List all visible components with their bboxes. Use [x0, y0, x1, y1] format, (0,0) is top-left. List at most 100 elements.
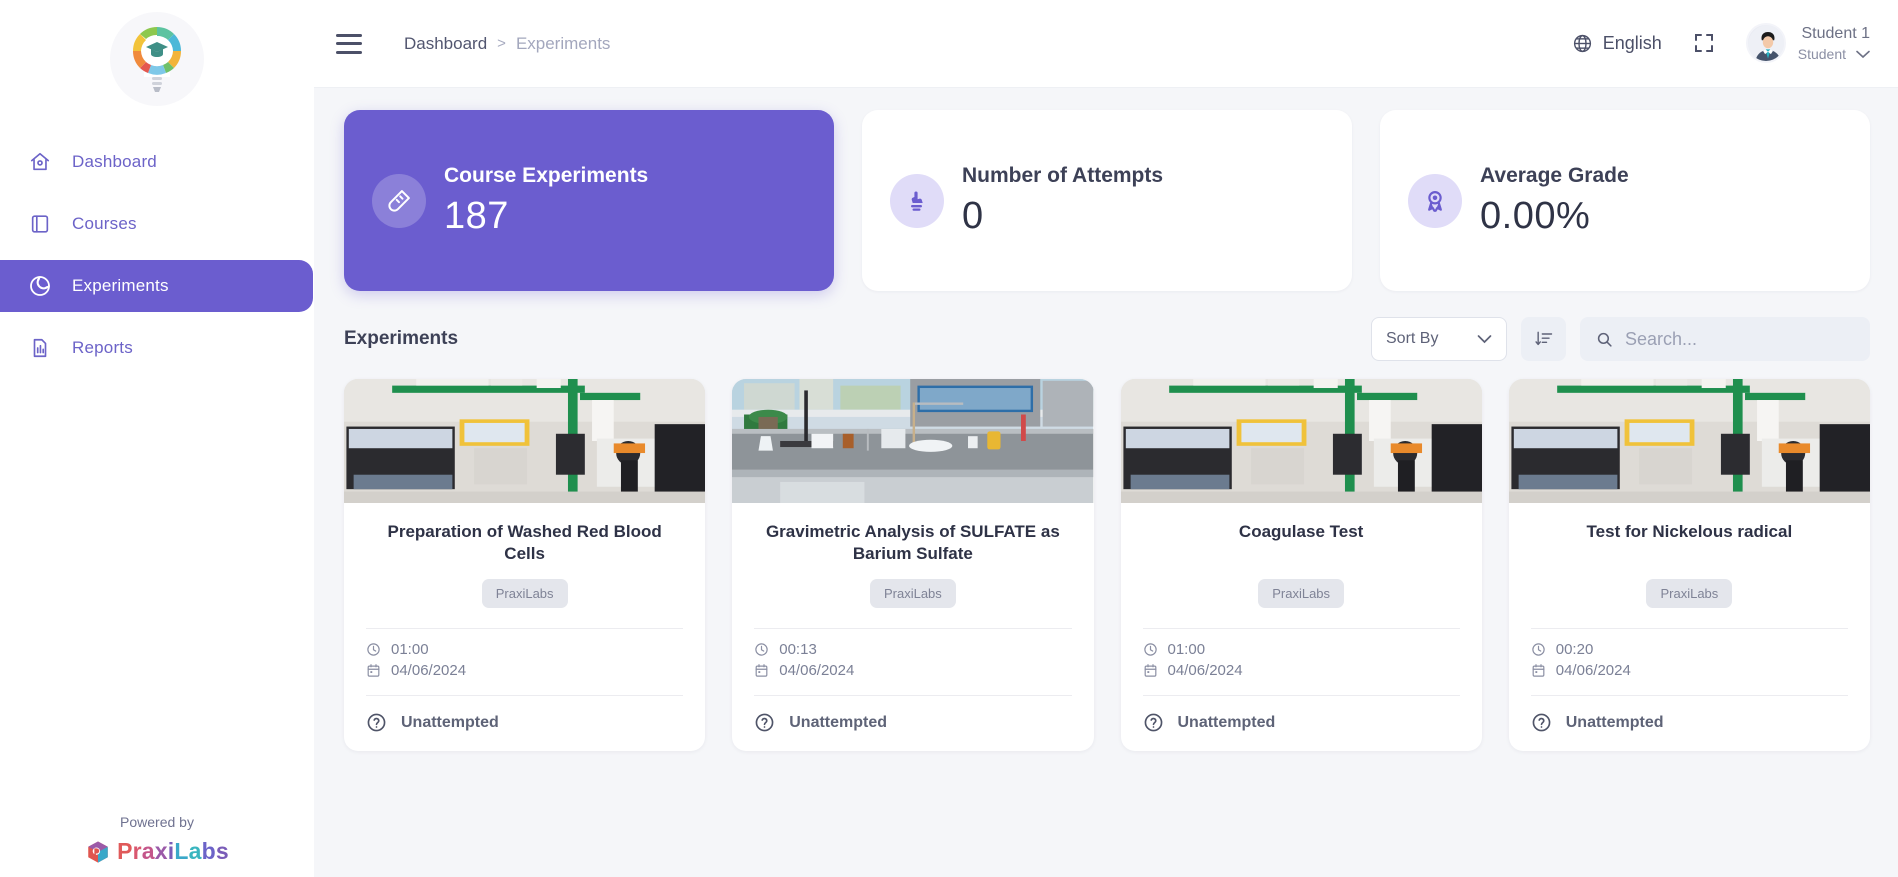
click-hand-icon	[890, 173, 944, 228]
experiment-card[interactable]: Test for Nickelous radical PraxiLabs 00:…	[1508, 379, 1870, 751]
experiment-title: Gravimetric Analysis of SULFATE as Bariu…	[765, 522, 1060, 564]
search-box[interactable]	[1580, 317, 1870, 361]
status-badge: Unattempted	[401, 713, 499, 731]
status-badge: Unattempted	[1565, 713, 1664, 731]
app-logo[interactable]	[110, 12, 204, 106]
experiment-thumbnail	[344, 379, 706, 503]
sidebar-item-courses[interactable]: Courses	[0, 198, 314, 250]
calendar-icon	[754, 663, 769, 678]
experiment-tag: PraxiLabs	[1258, 579, 1345, 608]
status-badge: Unattempted	[1177, 713, 1276, 731]
chevron-down-icon[interactable]	[1856, 50, 1870, 59]
globe-icon	[1572, 33, 1593, 54]
status-badge: Unattempted	[789, 713, 888, 731]
stat-value: 0	[962, 195, 984, 238]
experiment-tag: PraxiLabs	[869, 579, 956, 608]
experiment-status: Unattempted	[366, 696, 683, 751]
search-input[interactable]	[1625, 328, 1854, 350]
experiment-body: Preparation of Washed Red Blood Cells Pr…	[344, 503, 705, 751]
calendar-icon	[366, 663, 381, 678]
breadcrumb: Dashboard > Experiments	[404, 34, 610, 54]
test-tube-icon	[372, 173, 426, 228]
home-icon	[28, 150, 52, 174]
stat-card-average-grade[interactable]: Average Grade 0.00%	[1380, 110, 1870, 291]
stat-value: 187	[444, 195, 509, 238]
language-selector[interactable]: English	[1572, 33, 1662, 54]
user-menu[interactable]: Student 1 Student	[1745, 23, 1870, 64]
experiment-tag: PraxiLabs	[481, 579, 568, 608]
experiment-meta: 00:13 04/06/2024	[754, 629, 1071, 683]
experiment-duration-row: 01:00	[366, 641, 683, 658]
book-icon	[28, 212, 52, 236]
experiment-duration-row: 00:13	[754, 641, 1071, 658]
experiment-body: Test for Nickelous radical PraxiLabs 00:…	[1509, 503, 1870, 751]
experiment-thumbnail	[732, 379, 1094, 503]
praxilabs-cube-icon	[88, 840, 108, 863]
sidebar-item-experiments[interactable]: Experiments	[0, 260, 313, 312]
experiment-date: 04/06/2024	[1555, 662, 1631, 679]
main-area: Dashboard > Experiments English Student …	[314, 0, 1898, 877]
experiment-title: Test for Nickelous radical	[1586, 522, 1793, 541]
content-area: Course Experiments 187 Number of Attempt…	[314, 88, 1898, 877]
list-tools: Sort By	[1371, 317, 1870, 361]
stat-label: Course Experiments	[444, 163, 649, 187]
sidebar-item-dashboard[interactable]: Dashboard	[0, 136, 314, 188]
sort-descending-icon	[1534, 329, 1554, 349]
chevron-down-icon	[1477, 334, 1492, 344]
experiment-status: Unattempted	[1531, 696, 1848, 751]
avatar	[1745, 23, 1786, 64]
sidebar-item-label: Experiments	[72, 276, 169, 295]
hamburger-icon[interactable]	[336, 33, 362, 54]
topbar: Dashboard > Experiments English Student …	[314, 0, 1898, 88]
experiment-duration: 01:00	[391, 641, 429, 658]
experiment-date: 04/06/2024	[391, 662, 467, 679]
praxilabs-wordmark: PraxiLabs	[117, 838, 229, 864]
sidebar-item-reports[interactable]: Reports	[0, 322, 314, 374]
stat-card-course-experiments[interactable]: Course Experiments 187	[344, 110, 834, 291]
experiment-duration: 00:13	[779, 641, 817, 658]
question-mark-icon	[1531, 712, 1552, 733]
sidebar-item-label: Reports	[72, 338, 133, 357]
breadcrumb-separator: >	[497, 35, 506, 52]
stats-row: Course Experiments 187 Number of Attempt…	[344, 110, 1870, 291]
experiment-date-row: 04/06/2024	[754, 662, 1071, 679]
user-meta: Student 1 Student	[1798, 23, 1870, 63]
breadcrumb-current: Experiments	[515, 33, 611, 53]
breadcrumb-root[interactable]: Dashboard	[404, 34, 487, 54]
praxilabs-brand: PraxiLabs	[0, 838, 314, 865]
logo-wrapper	[0, 0, 314, 106]
experiments-grid: Preparation of Washed Red Blood Cells Pr…	[344, 379, 1870, 751]
clock-icon	[754, 642, 769, 657]
experiment-duration: 01:00	[1167, 641, 1206, 658]
experiment-tag: PraxiLabs	[1646, 579, 1733, 608]
experiment-body: Gravimetric Analysis of SULFATE as Bariu…	[732, 503, 1093, 751]
sidebar-item-label: Dashboard	[72, 152, 157, 171]
experiment-date-row: 04/06/2024	[1143, 662, 1460, 679]
user-name: Student 1	[1801, 25, 1871, 43]
experiment-meta: 01:00 04/06/2024	[1143, 629, 1460, 683]
clock-icon	[366, 642, 381, 657]
fullscreen-icon[interactable]	[1692, 31, 1716, 55]
page-title: Experiments	[344, 328, 459, 349]
stat-card-number-of-attempts[interactable]: Number of Attempts 0	[862, 110, 1352, 291]
sort-by-select[interactable]: Sort By	[1371, 317, 1507, 361]
sort-direction-button[interactable]	[1521, 317, 1566, 361]
stat-label: Average Grade	[1480, 163, 1629, 187]
clock-icon	[1143, 642, 1158, 657]
experiment-title: Coagulase Test	[1238, 522, 1364, 541]
bulb-logo-icon	[132, 26, 182, 92]
powered-by-label: Powered by	[120, 814, 194, 830]
stat-value: 0.00%	[1480, 195, 1591, 238]
calendar-icon	[1531, 663, 1546, 678]
experiment-card[interactable]: Preparation of Washed Red Blood Cells Pr…	[344, 379, 706, 751]
experiment-duration-row: 00:20	[1531, 641, 1848, 658]
experiment-card[interactable]: Coagulase Test PraxiLabs 01:00 04/06/202…	[1120, 379, 1482, 751]
experiment-date: 04/06/2024	[1167, 662, 1243, 679]
question-mark-icon	[1143, 712, 1164, 733]
experiment-card[interactable]: Gravimetric Analysis of SULFATE as Bariu…	[732, 379, 1094, 751]
experiment-status: Unattempted	[1143, 696, 1460, 751]
experiment-date-row: 04/06/2024	[366, 662, 683, 679]
sort-by-label: Sort By	[1386, 330, 1439, 347]
experiment-icon	[28, 274, 52, 298]
question-mark-icon	[366, 712, 387, 733]
